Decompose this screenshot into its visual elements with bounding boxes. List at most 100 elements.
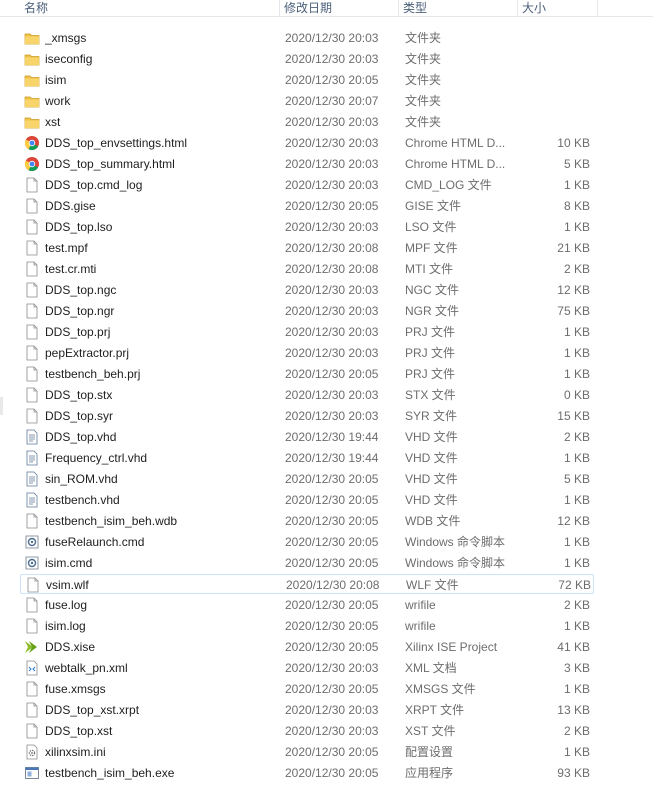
file-size: 1 KB	[563, 325, 590, 339]
file-date: 2020/12/30 20:05	[285, 682, 379, 696]
file-date: 2020/12/30 20:03	[285, 115, 379, 129]
file-name: iseconfig	[45, 52, 93, 66]
file-size: 72 KB	[558, 578, 591, 592]
text-file-icon	[24, 450, 40, 466]
file-size: 1 KB	[563, 556, 590, 570]
file-date: 2020/12/30 20:03	[285, 283, 379, 297]
file-row[interactable]: DDS.xise 2020/12/30 20:05 Xilinx ISE Proje…	[20, 637, 594, 657]
file-name: testbench_isim_beh.wdb	[45, 514, 178, 528]
file-row[interactable]: DDS_top.prj 2020/12/30 20:03 PRJ 文件 1 KB	[20, 322, 594, 342]
file-date: 2020/12/30 20:05	[285, 199, 379, 213]
column-header-type[interactable]: 类型	[399, 0, 518, 16]
script-icon	[24, 534, 40, 550]
file-icon	[24, 366, 40, 382]
file-date: 2020/12/30 20:05	[285, 556, 379, 570]
exe-icon	[24, 765, 40, 781]
file-name: DDS.gise	[45, 199, 96, 213]
file-name: _xmsgs	[45, 31, 87, 45]
file-row[interactable]: DDS_top.ngr 2020/12/30 20:03 NGR 文件 75 KB	[20, 301, 594, 321]
file-row[interactable]: testbench_isim_beh.exe 2020/12/30 20:05 应用…	[20, 763, 594, 783]
file-row[interactable]: _xmsgs 2020/12/30 20:03 文件夹	[20, 28, 594, 48]
file-date: 2020/12/30 20:03	[285, 724, 379, 738]
file-row[interactable]: fuseRelaunch.cmd 2020/12/30 20:05 Windows …	[20, 532, 594, 552]
folder-icon	[24, 30, 40, 46]
file-row[interactable]: DDS_top.lso 2020/12/30 20:03 LSO 文件 1 KB	[20, 217, 594, 237]
file-row-selected[interactable]: vsim.wlf 2020/12/30 20:08 WLF 文件 72 KB	[20, 574, 594, 594]
file-size: 93 KB	[557, 766, 590, 780]
file-name: testbench.vhd	[45, 493, 120, 507]
file-date: 2020/12/30 20:08	[285, 241, 379, 255]
file-name: DDS_top.stx	[45, 388, 113, 402]
file-type: VHD 文件	[405, 472, 458, 486]
file-row[interactable]: DDS_top_xst.xrpt 2020/12/30 20:03 XRPT 文件 1…	[20, 700, 594, 720]
file-size: 1 KB	[563, 745, 590, 759]
file-date: 2020/12/30 20:03	[285, 52, 379, 66]
file-name: pepExtractor.prj	[45, 346, 130, 360]
file-row[interactable]: testbench_beh.prj 2020/12/30 20:05 PRJ 文件 1…	[20, 364, 594, 384]
file-row[interactable]: fuse.log 2020/12/30 20:05 wrifile 2 KB	[20, 595, 594, 615]
file-row[interactable]: DDS_top.stx 2020/12/30 20:03 STX 文件 0 KB	[20, 385, 594, 405]
file-row[interactable]: testbench.vhd 2020/12/30 20:05 VHD 文件 1 KB	[20, 490, 594, 510]
file-type: 文件夹	[405, 73, 442, 87]
file-row[interactable]: testbench_isim_beh.wdb 2020/12/30 20:05 WD…	[20, 511, 594, 531]
file-type: Chrome HTML D...	[405, 136, 506, 150]
file-row[interactable]: DDS_top.xst 2020/12/30 20:03 XST 文件 2 KB	[20, 721, 594, 741]
file-row[interactable]: Frequency_ctrl.vhd 2020/12/30 19:44 VHD 文件…	[20, 448, 594, 468]
file-icon	[24, 198, 40, 214]
file-name: test.cr.mti	[45, 262, 97, 276]
text-file-icon	[24, 492, 40, 508]
file-row[interactable]: xilinxsim.ini 2020/12/30 20:05 配置设置 1 KB	[20, 742, 594, 762]
column-header-size[interactable]: 大小	[518, 0, 598, 16]
file-date: 2020/12/30 20:05	[285, 640, 379, 654]
file-row[interactable]: DDS_top.cmd_log 2020/12/30 20:03 CMD_LOG 文…	[20, 175, 594, 195]
file-row[interactable]: test.mpf 2020/12/30 20:08 MPF 文件 21 KB	[20, 238, 594, 258]
file-row[interactable]: DDS_top.ngc 2020/12/30 20:03 NGC 文件 12 KB	[20, 280, 594, 300]
column-header-bar: 名称 修改日期 类型 大小	[0, 0, 653, 17]
folder-icon	[24, 72, 40, 88]
file-type: 配置设置	[405, 745, 454, 759]
file-row[interactable]: pepExtractor.prj 2020/12/30 20:03 PRJ 文件 1 …	[20, 343, 594, 363]
file-date: 2020/12/30 20:05	[285, 493, 379, 507]
file-date: 2020/12/30 20:05	[285, 766, 379, 780]
file-row[interactable]: DDS_top.syr 2020/12/30 20:03 SYR 文件 15 KB	[20, 406, 594, 426]
file-type: XST 文件	[405, 724, 456, 738]
file-date: 2020/12/30 20:05	[285, 73, 379, 87]
file-size: 1 KB	[563, 535, 590, 549]
file-row[interactable]: DDS.gise 2020/12/30 20:05 GISE 文件 8 KB	[20, 196, 594, 216]
file-row[interactable]: isim 2020/12/30 20:05 文件夹	[20, 70, 594, 90]
file-size: 5 KB	[563, 157, 590, 171]
file-row[interactable]: fuse.xmsgs 2020/12/30 20:05 XMSGS 文件 1 KB	[20, 679, 594, 699]
file-type: Windows 命令脚本	[405, 556, 506, 570]
file-row[interactable]: xst 2020/12/30 20:03 文件夹	[20, 112, 594, 132]
column-header-date[interactable]: 修改日期	[280, 0, 399, 16]
file-date: 2020/12/30 20:05	[285, 598, 379, 612]
file-date: 2020/12/30 20:05	[285, 514, 379, 528]
file-row[interactable]: sin_ROM.vhd 2020/12/30 20:05 VHD 文件 5 KB	[20, 469, 594, 489]
file-size	[520, 70, 590, 90]
column-header-name[interactable]: 名称	[20, 0, 280, 16]
file-row[interactable]: DDS_top.vhd 2020/12/30 19:44 VHD 文件 2 KB	[20, 427, 594, 447]
file-icon	[24, 261, 40, 277]
file-row[interactable]: work 2020/12/30 20:07 文件夹	[20, 91, 594, 111]
file-icon	[24, 282, 40, 298]
file-name: DDS_top.ngc	[45, 283, 117, 297]
file-type: WDB 文件	[405, 514, 461, 528]
file-name: DDS_top_xst.xrpt	[45, 703, 140, 717]
file-size: 10 KB	[557, 136, 590, 150]
file-name: work	[45, 94, 71, 108]
file-row[interactable]: webtalk_pn.xml 2020/12/30 20:03 XML 文档 3 KB	[20, 658, 594, 678]
file-size: 8 KB	[563, 199, 590, 213]
file-name: isim.log	[45, 619, 86, 633]
file-type: VHD 文件	[405, 430, 458, 444]
file-row[interactable]: DDS_top_envsettings.html 2020/12/30 20:03…	[20, 133, 594, 153]
file-name: testbench_isim_beh.exe	[45, 766, 175, 780]
file-type: SYR 文件	[405, 409, 458, 423]
file-row[interactable]: isim.cmd 2020/12/30 20:05 Windows 命令脚本 1 KB	[20, 553, 594, 573]
file-type: PRJ 文件	[405, 346, 456, 360]
file-row[interactable]: iseconfig 2020/12/30 20:03 文件夹	[20, 49, 594, 69]
file-row[interactable]: isim.log 2020/12/30 20:05 wrifile 1 KB	[20, 616, 594, 636]
file-row[interactable]: DDS_top_summary.html 2020/12/30 20:03 Chro…	[20, 154, 594, 174]
file-date: 2020/12/30 20:03	[285, 178, 379, 192]
file-row[interactable]: test.cr.mti 2020/12/30 20:08 MTI 文件 2 KB	[20, 259, 594, 279]
file-name: DDS.xise	[45, 640, 96, 654]
